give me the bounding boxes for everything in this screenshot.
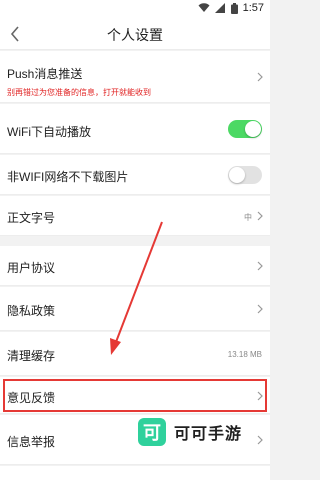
clear-cache-label: 清理缓存 xyxy=(7,349,56,363)
partial-row xyxy=(0,466,270,480)
cache-size-value: 13.18 MB xyxy=(227,350,262,359)
chevron-right-icon xyxy=(257,304,263,314)
signal-icon xyxy=(214,3,225,13)
toggle-knob xyxy=(229,167,245,183)
no-image-download-label: 非WIFI网络不下载图片 xyxy=(7,170,129,184)
app-header: 个人设置 xyxy=(0,18,270,50)
feedback-label: 意见反馈 xyxy=(7,391,56,405)
wifi-autoplay-toggle[interactable] xyxy=(228,120,262,138)
privacy-policy-row[interactable]: 隐私政策 xyxy=(0,287,270,331)
chevron-right-icon xyxy=(257,391,263,401)
font-size-value: 中 xyxy=(244,213,252,222)
user-agreement-row[interactable]: 用户协议 xyxy=(0,246,270,286)
wifi-icon xyxy=(198,3,210,12)
report-label: 信息举报 xyxy=(7,435,56,449)
user-agreement-label: 用户协议 xyxy=(7,261,56,275)
clear-cache-row[interactable]: 清理缓存 13.18 MB xyxy=(0,332,270,376)
watermark-text: 可可手游 xyxy=(174,426,243,443)
watermark: 可 可可手游 xyxy=(138,418,242,446)
chevron-right-icon xyxy=(257,211,263,221)
chevron-right-icon xyxy=(257,435,263,445)
chevron-right-icon xyxy=(257,72,263,82)
font-size-label: 正文字号 xyxy=(7,211,56,225)
wifi-autoplay-row: WiFi下自动播放 xyxy=(0,104,270,154)
status-icons: 1:57 xyxy=(198,2,264,14)
toggle-knob xyxy=(245,121,261,137)
page-title: 个人设置 xyxy=(107,27,163,43)
privacy-policy-label: 隐私政策 xyxy=(7,304,56,318)
status-bar: 1:57 xyxy=(0,0,270,18)
battery-icon xyxy=(230,2,238,14)
chevron-right-icon xyxy=(257,261,263,271)
no-image-download-toggle[interactable] xyxy=(228,166,262,184)
status-time: 1:57 xyxy=(242,2,264,14)
push-notification-row[interactable]: Push消息推送 别再错过为您准备的信息，打开就能收到 xyxy=(0,51,270,103)
font-size-row[interactable]: 正文字号 中 xyxy=(0,196,270,236)
feedback-row[interactable]: 意见反馈 xyxy=(0,377,270,414)
push-notification-hint: 别再错过为您准备的信息，打开就能收到 xyxy=(7,88,151,97)
wifi-autoplay-label: WiFi下自动播放 xyxy=(7,125,91,139)
watermark-logo: 可 xyxy=(138,418,166,446)
push-notification-label: Push消息推送 xyxy=(7,67,83,81)
no-image-download-row: 非WIFI网络不下载图片 xyxy=(0,155,270,195)
